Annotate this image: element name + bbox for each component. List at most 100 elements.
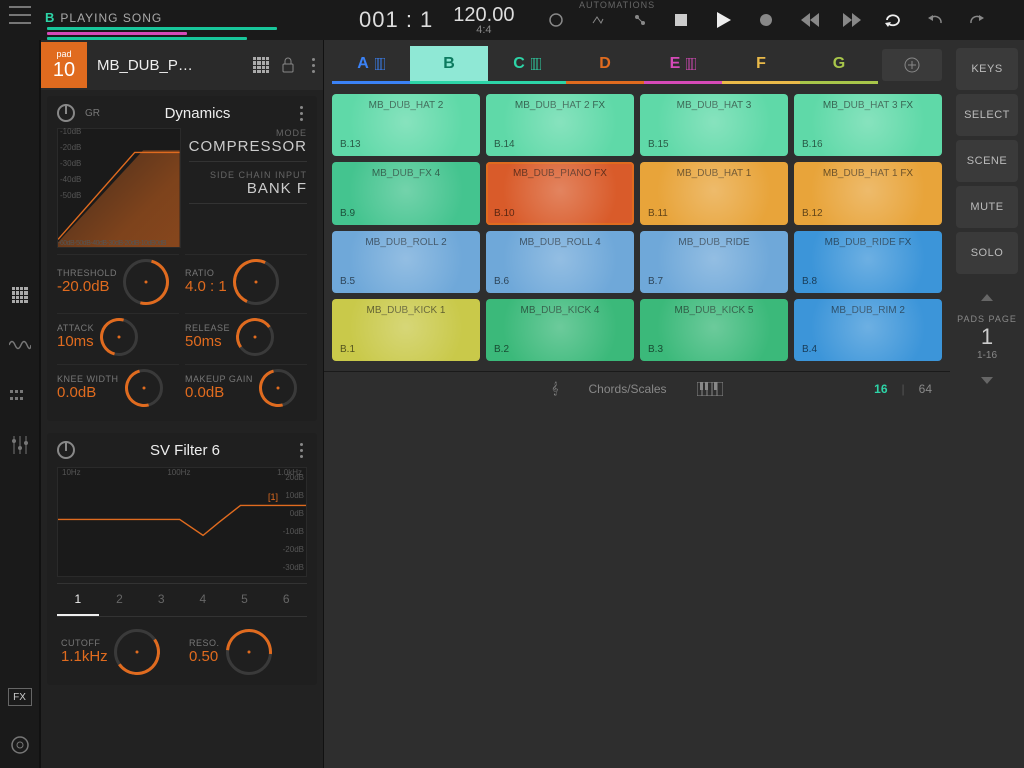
sidechain-label: SIDE CHAIN INPUT bbox=[189, 170, 307, 180]
cutoff-knob[interactable] bbox=[114, 629, 160, 675]
bank-G[interactable]: G bbox=[800, 46, 878, 84]
menu-icon[interactable] bbox=[9, 6, 31, 24]
side-scene-button[interactable]: SCENE bbox=[956, 140, 1018, 182]
bank-E[interactable]: E bbox=[644, 46, 722, 84]
loop-icon[interactable] bbox=[885, 13, 901, 27]
pad-B-11[interactable]: MB_DUB_HAT 1B.11 bbox=[640, 162, 788, 224]
bank-B[interactable]: B bbox=[410, 46, 488, 84]
pad-B-1[interactable]: MB_DUB_KICK 1B.1 bbox=[332, 299, 480, 361]
page-up-icon[interactable] bbox=[956, 288, 1018, 304]
pad-B-3[interactable]: MB_DUB_KICK 5B.3 bbox=[640, 299, 788, 361]
pad-B-16[interactable]: MB_DUB_HAT 3 FXB.16 bbox=[794, 94, 942, 156]
knob-ratio[interactable]: RATIO4.0 : 1 bbox=[185, 254, 307, 309]
lock-icon[interactable] bbox=[281, 57, 295, 73]
filter-tab-3[interactable]: 3 bbox=[140, 584, 182, 616]
song-bank-letter: B bbox=[45, 10, 54, 25]
side-keys-button[interactable]: KEYS bbox=[956, 48, 1018, 90]
redo-icon[interactable] bbox=[969, 13, 985, 27]
more-icon[interactable] bbox=[307, 58, 319, 73]
side-mute-button[interactable]: MUTE bbox=[956, 186, 1018, 228]
filter-tab-5[interactable]: 5 bbox=[224, 584, 266, 616]
pad-B-14[interactable]: MB_DUB_HAT 2 FXB.14 bbox=[486, 94, 634, 156]
keyboard-icon[interactable] bbox=[697, 382, 723, 396]
mode-value[interactable]: COMPRESSOR bbox=[189, 138, 307, 155]
undo-icon[interactable] bbox=[927, 13, 943, 27]
visible-count[interactable]: 16 bbox=[874, 382, 887, 396]
pad-B-5[interactable]: MB_DUB_ROLL 2B.5 bbox=[332, 231, 480, 293]
pad-B-12[interactable]: MB_DUB_HAT 1 FXB.12 bbox=[794, 162, 942, 224]
settings-icon[interactable] bbox=[9, 734, 31, 756]
filter-marker: [1] bbox=[268, 492, 278, 502]
bank-D[interactable]: D bbox=[566, 46, 644, 84]
filter-more-icon[interactable] bbox=[295, 443, 307, 458]
chords-scales-button[interactable]: Chords/Scales bbox=[589, 382, 667, 396]
dynamics-module: GR Dynamics -10dB-20dB-30dB-40dB-50dB -6… bbox=[47, 96, 317, 421]
filter-tab-2[interactable]: 2 bbox=[99, 584, 141, 616]
bank-add-icon[interactable] bbox=[882, 49, 942, 81]
record-icon[interactable] bbox=[759, 13, 775, 27]
reso-label: RESO. bbox=[189, 638, 220, 649]
filter-title: SV Filter 6 bbox=[85, 442, 285, 459]
rewind-icon[interactable] bbox=[801, 13, 817, 27]
filter-tab-6[interactable]: 6 bbox=[265, 584, 307, 616]
pad-B-7[interactable]: MB_DUB_RIDEB.7 bbox=[640, 231, 788, 293]
automations-label: AUTOMATIONS bbox=[579, 0, 655, 10]
pads-page-number: 1 bbox=[956, 324, 1018, 350]
knob-threshold[interactable]: THRESHOLD-20.0dB bbox=[57, 254, 179, 309]
dynamics-graph[interactable]: -10dB-20dB-30dB-40dB-50dB -60dB-50dB-40d… bbox=[57, 128, 181, 248]
stop-icon[interactable] bbox=[675, 14, 691, 26]
knob-knee-width[interactable]: KNEE WIDTH0.0dB bbox=[57, 364, 179, 411]
pad-grid-icon[interactable] bbox=[253, 57, 269, 73]
waveform-view-icon[interactable] bbox=[9, 334, 31, 356]
dynamics-more-icon[interactable] bbox=[295, 106, 307, 121]
pad-B-15[interactable]: MB_DUB_HAT 3B.15 bbox=[640, 94, 788, 156]
filter-graph[interactable]: 10Hz100Hz1.0kHz 20dB10dB0dB-10dB-20dB-30… bbox=[57, 467, 307, 577]
pad-name: MB_DUB_P… bbox=[97, 57, 253, 74]
reso-value: 0.50 bbox=[189, 648, 220, 666]
record-arm-icon[interactable] bbox=[549, 13, 565, 27]
reso-knob[interactable] bbox=[226, 629, 272, 675]
automation-read-icon[interactable] bbox=[591, 13, 607, 27]
mode-label: MODE bbox=[189, 128, 307, 138]
tuning-fork-icon[interactable]: 𝄞 bbox=[551, 381, 558, 396]
bank-F[interactable]: F bbox=[722, 46, 800, 84]
mixer-view-icon[interactable] bbox=[9, 434, 31, 456]
pads-page-label: PADS PAGE bbox=[956, 314, 1018, 324]
knob-release[interactable]: RELEASE50ms bbox=[185, 313, 307, 360]
filter-module: SV Filter 6 10Hz100Hz1.0kHz 20dB10dB0dB-… bbox=[47, 433, 317, 685]
filter-power-icon[interactable] bbox=[57, 441, 75, 459]
fx-icon[interactable]: FX bbox=[8, 688, 32, 706]
dynamics-title: Dynamics bbox=[110, 105, 285, 122]
fastforward-icon[interactable] bbox=[843, 13, 859, 27]
knob-makeup-gain[interactable]: MAKEUP GAIN0.0dB bbox=[185, 364, 307, 411]
cutoff-value: 1.1kHz bbox=[61, 648, 108, 666]
page-down-icon[interactable] bbox=[956, 371, 1018, 387]
filter-tab-1[interactable]: 1 bbox=[57, 584, 99, 616]
gr-label: GR bbox=[85, 108, 100, 119]
side-select-button[interactable]: SELECT bbox=[956, 94, 1018, 136]
bank-A[interactable]: A bbox=[332, 46, 410, 84]
pad-B-6[interactable]: MB_DUB_ROLL 4B.6 bbox=[486, 231, 634, 293]
pad-B-10[interactable]: MB_DUB_PIANO FXB.10 bbox=[486, 162, 634, 224]
filter-tab-4[interactable]: 4 bbox=[182, 584, 224, 616]
sidechain-value[interactable]: BANK F bbox=[189, 180, 307, 197]
pad-B-2[interactable]: MB_DUB_KICK 4B.2 bbox=[486, 299, 634, 361]
pad-B-4[interactable]: MB_DUB_RIM 2B.4 bbox=[794, 299, 942, 361]
pad-B-9[interactable]: MB_DUB_FX 4B.9 bbox=[332, 162, 480, 224]
side-solo-button[interactable]: SOLO bbox=[956, 232, 1018, 274]
pads-view-icon[interactable] bbox=[9, 284, 31, 306]
position-readout[interactable]: 001 : 1 bbox=[359, 7, 433, 33]
automation-write-icon[interactable] bbox=[633, 13, 649, 27]
tempo-readout[interactable]: 120.00 4:4 bbox=[453, 5, 514, 36]
play-icon[interactable] bbox=[717, 12, 733, 28]
knob-attack[interactable]: ATTACK10ms bbox=[57, 313, 179, 360]
bank-C[interactable]: C bbox=[488, 46, 566, 84]
pad-B-8[interactable]: MB_DUB_RIDE FXB.8 bbox=[794, 231, 942, 293]
pad-B-13[interactable]: MB_DUB_HAT 2B.13 bbox=[332, 94, 480, 156]
pads-page-range: 1-16 bbox=[956, 350, 1018, 361]
total-count[interactable]: 64 bbox=[919, 382, 932, 396]
sequencer-view-icon[interactable] bbox=[9, 384, 31, 406]
song-chip[interactable]: B PLAYING SONG bbox=[45, 10, 305, 30]
dynamics-power-icon[interactable] bbox=[57, 104, 75, 122]
pad-chip[interactable]: pad 10 bbox=[41, 42, 87, 88]
